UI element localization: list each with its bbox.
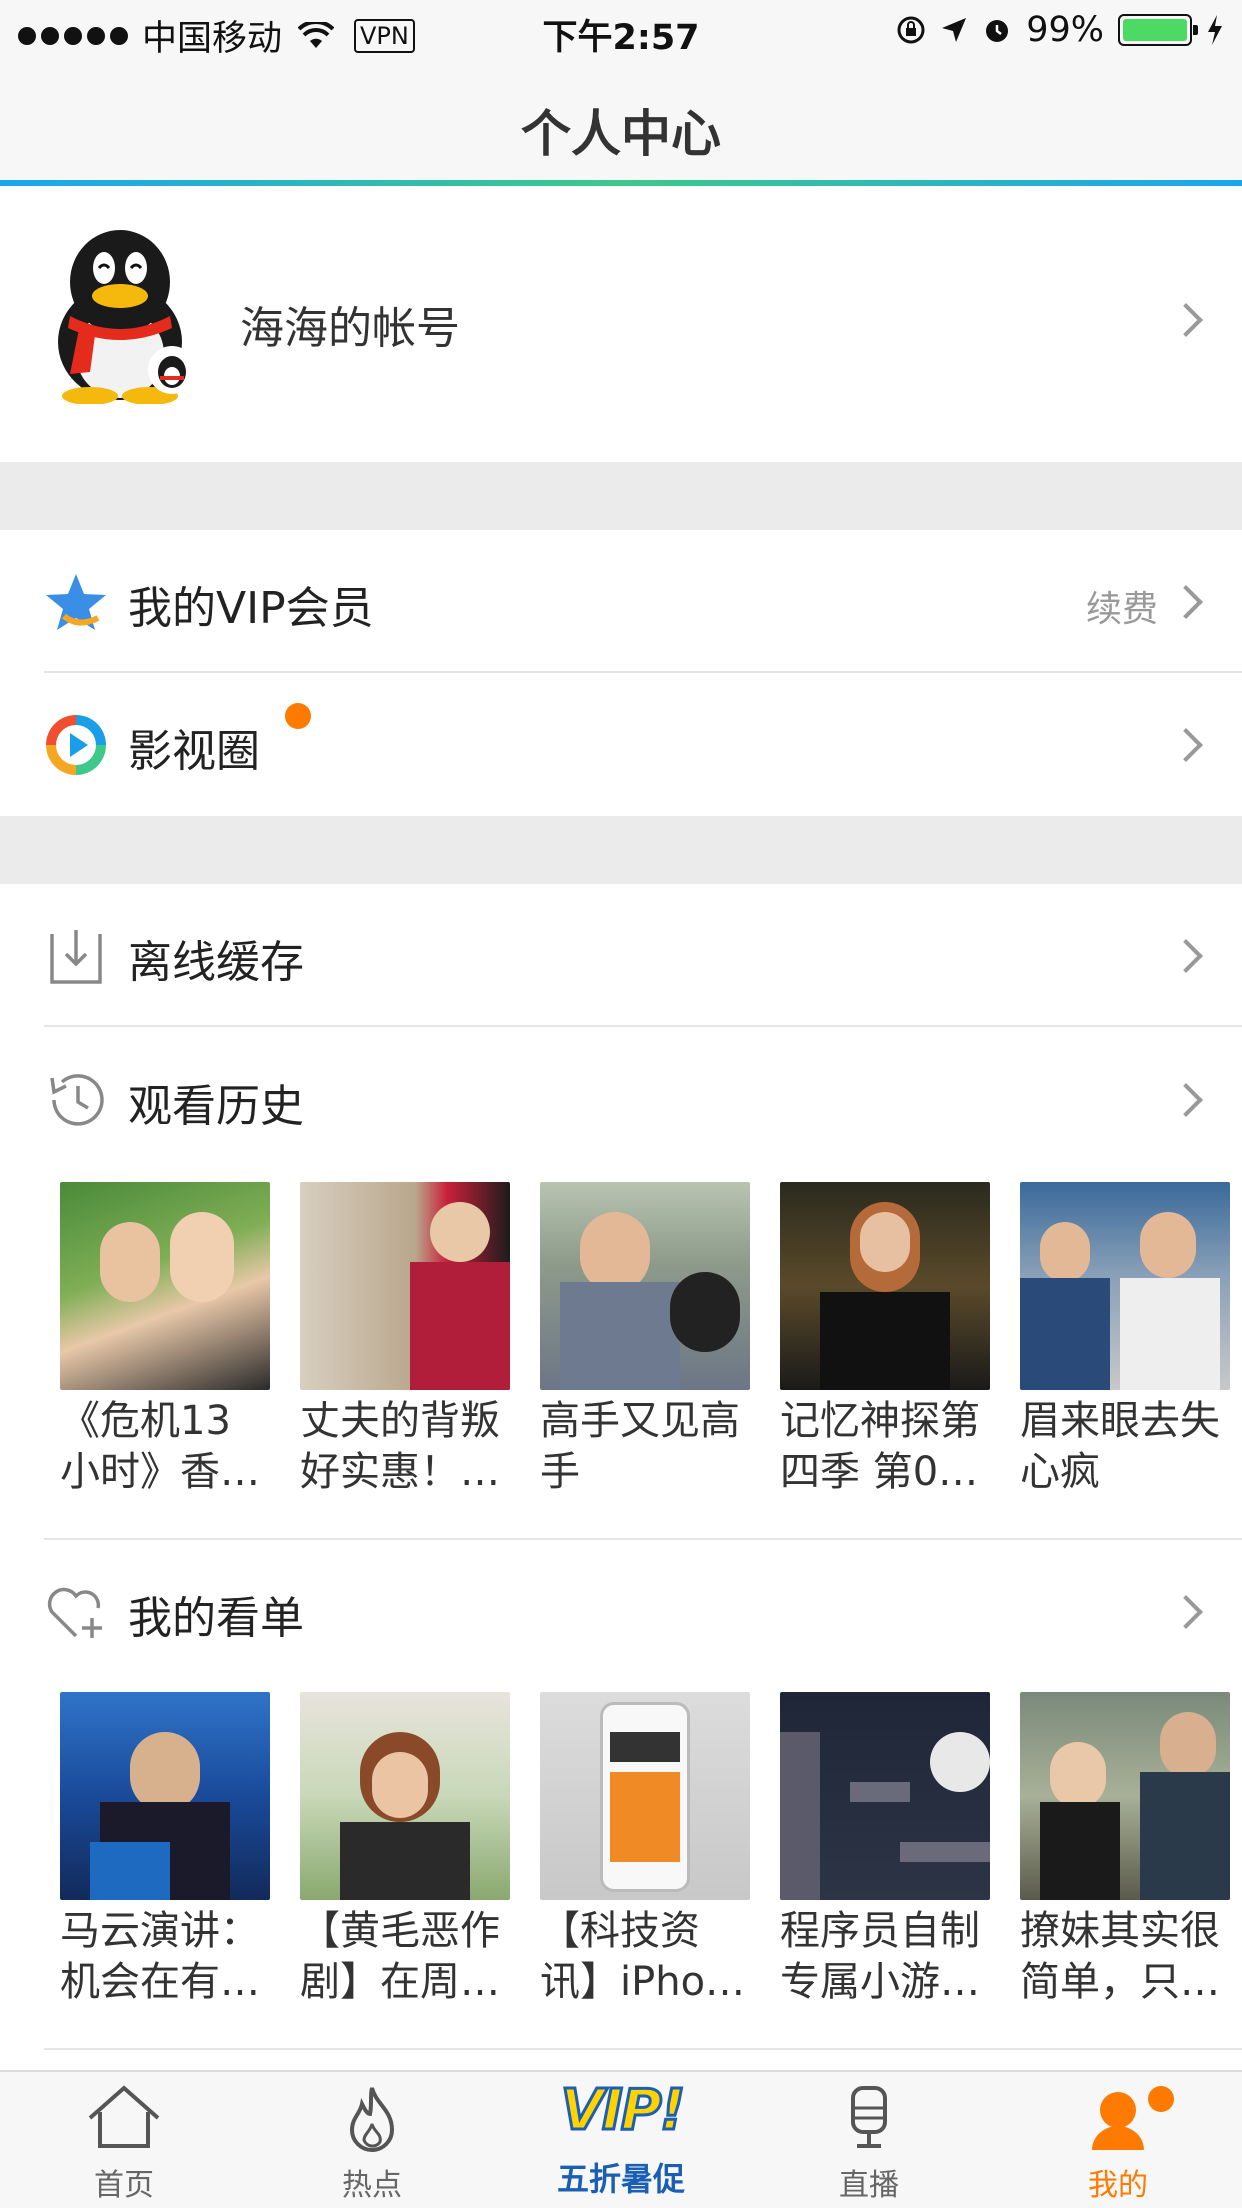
notification-dot xyxy=(285,703,311,729)
watchlist-item[interactable]: 【黄毛恶作剧】在周… xyxy=(300,1692,510,2008)
tab-label: 热点 xyxy=(342,2168,402,2203)
star-icon xyxy=(46,574,106,630)
vip-promo-label: 五折暑促 xyxy=(556,2160,685,2198)
history-item[interactable]: 《危机13小时》香… xyxy=(60,1182,270,1498)
thumbnail-image xyxy=(60,1182,270,1390)
watchlist-row[interactable]: 我的看单 xyxy=(0,1540,1242,1683)
history-item[interactable]: 丈夫的背叛好实惠！… xyxy=(300,1182,510,1498)
chevron-right-icon xyxy=(1169,1083,1203,1117)
offline-cache-label: 离线缓存 xyxy=(128,937,304,988)
tab-label: 我的 xyxy=(1088,2168,1148,2203)
chevron-right-icon xyxy=(1169,585,1203,619)
microphone-icon xyxy=(851,2086,887,2148)
status-right: 99% xyxy=(896,10,1224,50)
video-title: 【科技资讯】iPho… xyxy=(540,1908,746,2005)
tab-vip-promo[interactable]: VIP! 五折暑促 xyxy=(497,2072,745,2208)
video-title: 眉来眼去失心疯 xyxy=(1020,1398,1220,1495)
charging-bolt-icon xyxy=(1208,15,1222,45)
history-thumbnails: 《危机13小时》香… 丈夫的背叛好实惠！… 高手又见高手 记忆神探第四季 第0… xyxy=(60,1182,1230,1502)
tab-live[interactable]: 直播 xyxy=(745,2072,993,2208)
home-icon xyxy=(88,2085,160,2148)
alarm-icon xyxy=(986,20,1009,42)
video-title: 马云演讲：机会在有… xyxy=(60,1908,260,2005)
video-title: 【黄毛恶作剧】在周… xyxy=(300,1908,500,2005)
watchlist-label: 我的看单 xyxy=(128,1593,304,1644)
thumbnail-image xyxy=(1020,1692,1230,1900)
thumbnail-image xyxy=(780,1692,990,1900)
location-arrow-icon xyxy=(942,18,967,42)
video-title: 记忆神探第四季 第0… xyxy=(780,1398,980,1495)
tab-label: 直播 xyxy=(839,2168,899,2203)
battery-icon xyxy=(1118,14,1198,46)
watchlist-item[interactable]: 马云演讲：机会在有… xyxy=(60,1692,270,2008)
rotation-lock-icon xyxy=(897,16,925,44)
thumbnail-image xyxy=(300,1182,510,1390)
status-bar: 中国移动 VPN 下午2:57 99% xyxy=(0,0,1242,60)
vip-label: 我的VIP会员 xyxy=(128,583,374,634)
renew-label: 续费 xyxy=(1085,589,1158,630)
tab-me[interactable]: 我的 xyxy=(994,2072,1242,2208)
chevron-right-icon xyxy=(1169,1595,1203,1629)
avatar xyxy=(58,230,196,404)
download-icon xyxy=(50,930,102,984)
user-icon xyxy=(1092,2092,1144,2150)
thumbnail-image xyxy=(780,1182,990,1390)
watch-history-label: 观看历史 xyxy=(128,1081,304,1132)
vip-membership-row[interactable]: 我的VIP会员 续费 xyxy=(0,530,1242,673)
section-gap xyxy=(0,816,1242,884)
nav-bar: 个人中心 xyxy=(0,60,1242,186)
tab-label: 首页 xyxy=(94,2168,154,2203)
video-title: 程序员自制专属小游… xyxy=(780,1908,980,2005)
chevron-right-icon xyxy=(1169,728,1203,762)
section-gap xyxy=(0,462,1242,530)
video-title: 高手又见高手 xyxy=(540,1398,740,1495)
battery-percent: 99% xyxy=(1026,10,1104,50)
heart-plus-icon xyxy=(47,1587,102,1638)
play-circle-icon xyxy=(46,715,106,775)
divider xyxy=(44,2048,1242,2050)
thumbnail-image xyxy=(1020,1182,1230,1390)
watchlist-item[interactable]: 【科技资讯】iPho… xyxy=(540,1692,750,2008)
nav-accent-line xyxy=(0,180,1242,186)
history-item[interactable]: 高手又见高手 xyxy=(540,1182,750,1498)
chevron-right-icon xyxy=(1169,303,1203,337)
history-icon xyxy=(50,1074,104,1126)
thumbnail-image xyxy=(300,1692,510,1900)
chevron-right-icon xyxy=(1169,939,1203,973)
tab-home[interactable]: 首页 xyxy=(0,2072,248,2208)
vip-badge: VIP! xyxy=(559,2077,687,2145)
thumbnail-image xyxy=(60,1692,270,1900)
thumbnail-image xyxy=(540,1692,750,1900)
page-title: 个人中心 xyxy=(521,105,721,163)
profile-row[interactable]: 海海的帐号 xyxy=(0,192,1242,462)
watchlist-item[interactable]: 撩妹其实很简单，只… xyxy=(1020,1692,1230,2008)
watchlist-item[interactable]: 程序员自制专属小游… xyxy=(780,1692,990,2008)
watch-history-row[interactable]: 观看历史 xyxy=(0,1028,1242,1171)
watchlist-thumbnails: 马云演讲：机会在有… 【黄毛恶作剧】在周… 【科技资讯】iPho… 程序员自制专… xyxy=(60,1692,1230,2012)
film-circle-row[interactable]: 影视圈 xyxy=(0,673,1242,816)
video-title: 撩妹其实很简单，只… xyxy=(1020,1908,1220,2005)
video-title: 《危机13小时》香… xyxy=(60,1398,260,1495)
film-circle-label: 影视圈 xyxy=(128,726,260,777)
divider xyxy=(44,1025,1242,1027)
flame-icon xyxy=(349,2087,395,2152)
thumbnail-image xyxy=(540,1182,750,1390)
offline-cache-row[interactable]: 离线缓存 xyxy=(0,884,1242,1027)
history-item[interactable]: 眉来眼去失心疯 xyxy=(1020,1182,1230,1498)
tab-bar: 首页 热点 VIP! 五折暑促 直播 我的 xyxy=(0,2070,1242,2208)
account-name: 海海的帐号 xyxy=(240,303,460,354)
history-item[interactable]: 记忆神探第四季 第0… xyxy=(780,1182,990,1498)
notification-dot xyxy=(1148,2086,1174,2112)
tab-hot[interactable]: 热点 xyxy=(248,2072,496,2208)
video-title: 丈夫的背叛好实惠！… xyxy=(300,1398,500,1495)
